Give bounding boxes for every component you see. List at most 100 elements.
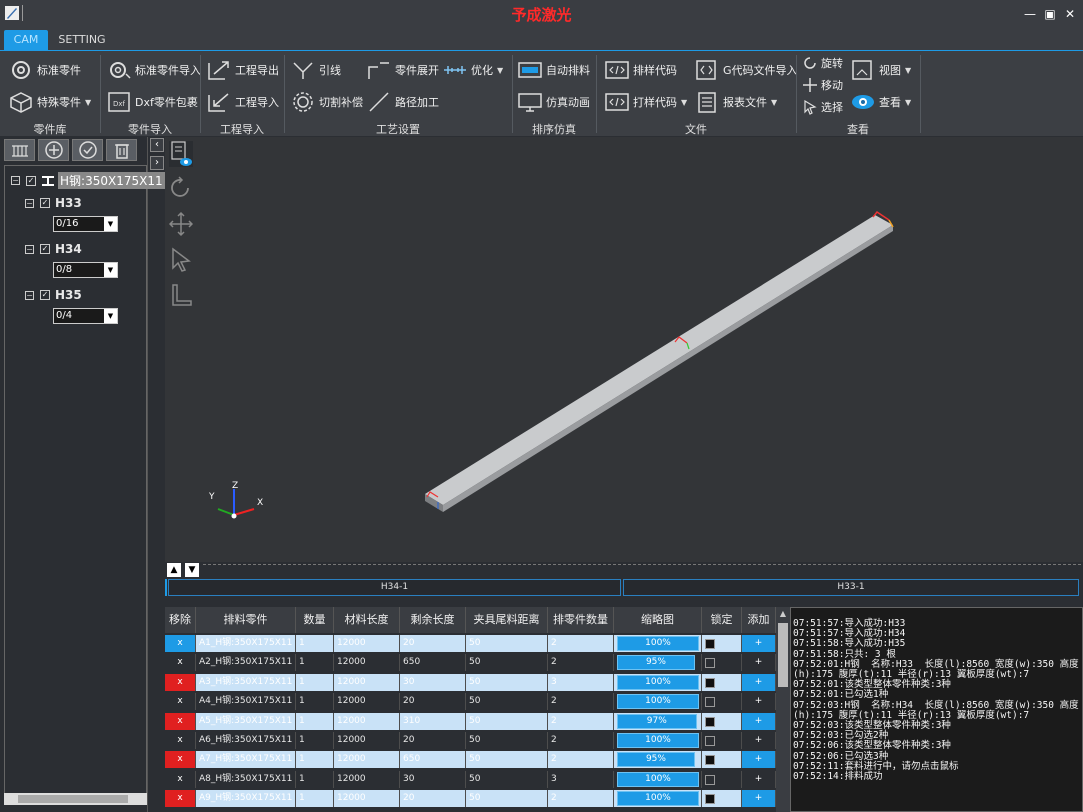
col-part-count[interactable]: 排零件数量: [548, 607, 614, 633]
add-row-button[interactable]: +: [742, 713, 776, 730]
root-checkbox[interactable]: ✓: [26, 176, 36, 186]
chevron-down-icon[interactable]: ▼: [104, 263, 117, 277]
collapse-toggle[interactable]: −: [25, 199, 34, 208]
table-row[interactable]: xA4_H钢:350X175X1111200020502100%+: [165, 692, 776, 711]
h35-checkbox[interactable]: ✓: [40, 290, 50, 300]
add-row-button[interactable]: +: [742, 635, 776, 652]
move-button[interactable]: 移动: [802, 75, 843, 95]
sheet-tab-h33-1[interactable]: H33-1: [623, 579, 1079, 596]
remove-row-button[interactable]: x: [165, 654, 196, 671]
chevron-down-icon[interactable]: ▼: [681, 98, 687, 107]
add-row-button[interactable]: +: [742, 654, 776, 671]
sheet-tab-h34-1[interactable]: H34-1: [168, 579, 621, 596]
chevron-down-icon[interactable]: ▼: [905, 98, 911, 107]
tree-root[interactable]: − ✓ H钢:350X175X11: [11, 172, 165, 189]
col-material-length[interactable]: 材料长度: [334, 607, 400, 633]
nest-code-button[interactable]: 排样代码: [604, 57, 677, 83]
tree-node-h34[interactable]: − ✓ H34: [25, 242, 82, 256]
standard-part-import-button[interactable]: 标准零件导入: [106, 57, 201, 83]
remove-row-button[interactable]: x: [165, 732, 196, 749]
select-button[interactable]: 选择: [802, 97, 843, 117]
chevron-down-icon[interactable]: ▼: [185, 563, 199, 577]
panel-splitter[interactable]: ▲ ▼: [165, 562, 1083, 578]
report-file-button[interactable]: 报表文件▼: [694, 89, 777, 115]
col-lock[interactable]: 锁定: [702, 607, 742, 633]
col-add[interactable]: 添加: [742, 607, 776, 633]
chevron-down-icon[interactable]: ▼: [497, 66, 503, 75]
h33-count-select[interactable]: 0/16▼: [53, 216, 118, 232]
table-row[interactable]: xA3_H钢:350X175X1111200030503100%+: [165, 673, 776, 692]
lock-checkbox[interactable]: [705, 658, 715, 668]
add-row-button[interactable]: +: [742, 771, 776, 788]
look-button[interactable]: 查看▼: [850, 89, 911, 115]
tree-horizontal-scrollbar[interactable]: [4, 793, 147, 805]
lock-checkbox[interactable]: [705, 678, 715, 688]
col-remain-length[interactable]: 剩余长度: [400, 607, 466, 633]
tree-tool-delete-button[interactable]: [106, 139, 137, 161]
standard-part-button[interactable]: 标准零件: [8, 57, 81, 83]
col-thumbnail[interactable]: 缩略图: [614, 607, 702, 633]
expand-right-button[interactable]: ›: [150, 156, 164, 170]
chevron-up-icon[interactable]: ▲: [167, 563, 181, 577]
table-row[interactable]: xA7_H钢:350X175X1111200065050295%+: [165, 750, 776, 769]
cut-compensation-button[interactable]: 切割补偿: [290, 89, 363, 115]
add-row-button[interactable]: +: [742, 693, 776, 710]
project-export-button[interactable]: 工程导出: [206, 57, 279, 83]
scroll-up-icon[interactable]: ▲: [776, 607, 790, 621]
remove-row-button[interactable]: x: [165, 790, 196, 807]
tab-setting[interactable]: SETTING: [54, 30, 110, 50]
optimize-button[interactable]: 优化▼: [442, 57, 503, 83]
lock-checkbox[interactable]: [705, 736, 715, 746]
remove-row-button[interactable]: x: [165, 635, 196, 652]
h35-count-select[interactable]: 0/4▼: [53, 308, 118, 324]
maximize-icon[interactable]: ▣: [1042, 6, 1058, 22]
tree-node-h33[interactable]: − ✓ H33: [25, 196, 82, 210]
tree-tool-add-button[interactable]: [38, 139, 69, 161]
col-clamp-distance[interactable]: 夹具尾料距离: [466, 607, 548, 633]
sample-code-button[interactable]: 打样代码▼: [604, 89, 687, 115]
chevron-down-icon[interactable]: ▼: [104, 309, 117, 323]
h34-count-select[interactable]: 0/8▼: [53, 262, 118, 278]
col-qty[interactable]: 数量: [296, 607, 334, 633]
minimize-icon[interactable]: —: [1022, 6, 1038, 22]
chevron-down-icon[interactable]: ▼: [85, 98, 91, 107]
3d-viewport[interactable]: Z X Y: [165, 137, 1083, 562]
path-processing-button[interactable]: 路径加工: [366, 89, 439, 115]
remove-row-button[interactable]: x: [165, 771, 196, 788]
table-row[interactable]: xA9_H钢:350X175X1111200020502100%+: [165, 789, 776, 808]
remove-row-button[interactable]: x: [165, 693, 196, 710]
add-row-button[interactable]: +: [742, 790, 776, 807]
lock-checkbox[interactable]: [705, 639, 715, 649]
simulation-button[interactable]: 仿真动画: [517, 89, 590, 115]
h33-checkbox[interactable]: ✓: [40, 198, 50, 208]
chevron-down-icon[interactable]: ▼: [104, 217, 117, 231]
chevron-down-icon[interactable]: ▼: [771, 98, 777, 107]
chevron-down-icon[interactable]: ▼: [905, 66, 911, 75]
lock-checkbox[interactable]: [705, 775, 715, 785]
h34-checkbox[interactable]: ✓: [40, 244, 50, 254]
collapse-left-button[interactable]: ‹: [150, 138, 164, 152]
add-row-button[interactable]: +: [742, 674, 776, 691]
col-part[interactable]: 排料零件: [196, 607, 296, 633]
dxf-part-button[interactable]: Dxf Dxf零件包裹: [106, 89, 198, 115]
add-row-button[interactable]: +: [742, 732, 776, 749]
auto-nest-button[interactable]: 自动排料: [517, 57, 590, 83]
close-icon[interactable]: ✕: [1062, 6, 1078, 22]
lead-line-button[interactable]: 引线: [290, 57, 341, 83]
table-row[interactable]: xA8_H钢:350X175X1111200030503100%+: [165, 770, 776, 789]
tree-tool-check-button[interactable]: [72, 139, 103, 161]
table-row[interactable]: xA5_H钢:350X175X1111200031050297%+: [165, 712, 776, 731]
scrollbar-thumb[interactable]: [18, 795, 128, 803]
table-row[interactable]: xA6_H钢:350X175X1111200020502100%+: [165, 731, 776, 750]
rotate-button[interactable]: 旋转: [802, 53, 843, 73]
add-row-button[interactable]: +: [742, 751, 776, 768]
remove-row-button[interactable]: x: [165, 713, 196, 730]
lock-checkbox[interactable]: [705, 697, 715, 707]
collapse-toggle[interactable]: −: [11, 176, 20, 185]
remove-row-button[interactable]: x: [165, 674, 196, 691]
lock-checkbox[interactable]: [705, 755, 715, 765]
part-unfold-button[interactable]: 零件展开: [366, 57, 439, 83]
special-part-button[interactable]: 特殊零件▼: [8, 89, 91, 115]
view-button[interactable]: 视图▼: [850, 57, 911, 83]
scrollbar-thumb[interactable]: [778, 623, 788, 687]
